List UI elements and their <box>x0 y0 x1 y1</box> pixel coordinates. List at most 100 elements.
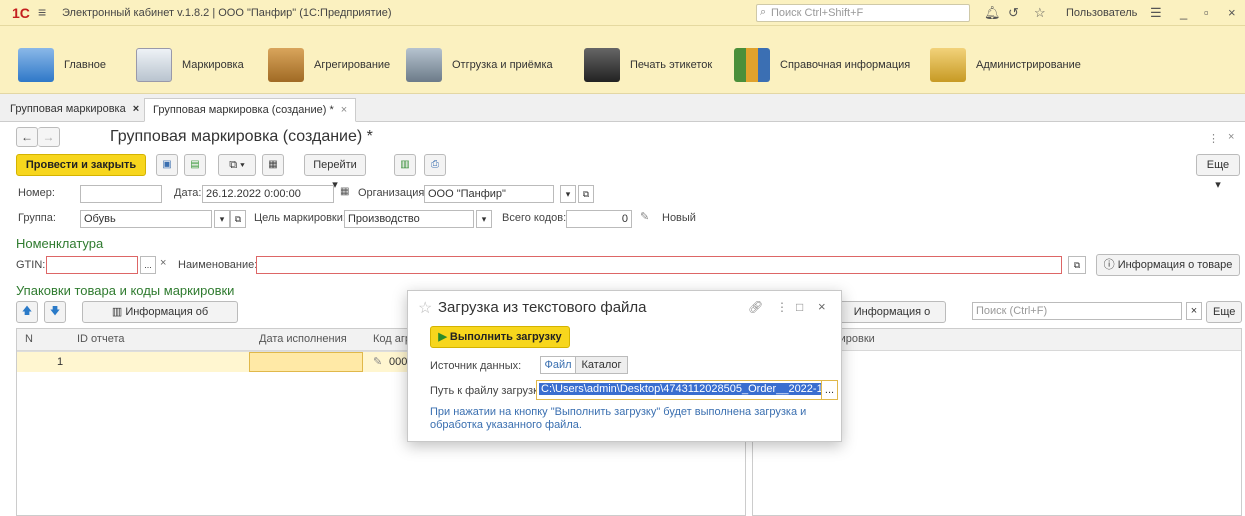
name-field[interactable] <box>256 256 1062 274</box>
group-label: Группа: <box>18 212 56 224</box>
file-path-field[interactable]: C:\Users\admin\Desktop\4743112028505_Ord… <box>536 380 822 400</box>
section-reference[interactable]: Справочная информация <box>734 46 910 84</box>
tab-group-marking-create[interactable]: Групповая маркировка (создание) * × <box>144 98 357 122</box>
section-aggregation[interactable]: Агрегирование <box>268 46 390 84</box>
edit-icon[interactable]: ✎ <box>640 210 649 223</box>
section-admin[interactable]: Администрирование <box>930 46 1081 84</box>
close-form-icon[interactable]: × <box>1228 131 1234 143</box>
column-execution-date[interactable]: Дата исполнения <box>259 333 347 345</box>
gtin-select-button[interactable]: ... <box>140 256 156 274</box>
main-menu-icon[interactable]: ≡ <box>38 4 46 20</box>
maximize-icon[interactable]: ▫ <box>1204 5 1209 20</box>
name-label: Наименование: <box>178 259 258 271</box>
section-main[interactable]: Главное <box>18 46 106 84</box>
link-icon[interactable]: 🔗︎ <box>748 300 763 314</box>
close-icon[interactable]: × <box>818 299 826 314</box>
edit-icon: ✎ <box>373 356 383 368</box>
more-button[interactable]: Еще ▾ <box>1196 154 1240 191</box>
packages-header: Упаковки товара и коды маркировки <box>16 283 235 298</box>
goto-button[interactable]: Перейти ▾ <box>304 154 366 191</box>
column-n[interactable]: N <box>25 333 33 345</box>
source-file-option[interactable]: Файл <box>540 356 576 374</box>
checklist-icon <box>136 48 172 82</box>
run-load-button[interactable]: ▶ Выполнить загрузку <box>430 326 570 348</box>
number-field[interactable] <box>80 185 162 203</box>
column-report-id[interactable]: ID отчета <box>77 333 125 345</box>
create-based-on-button[interactable]: ⧉ ▾ <box>218 154 256 176</box>
move-up-icon[interactable]: 🡅 <box>16 301 38 323</box>
forward-button[interactable]: → <box>38 127 60 147</box>
close-window-icon[interactable]: × <box>1228 5 1236 20</box>
print-icon[interactable]: ⎙ <box>424 154 446 176</box>
post-and-close-button[interactable]: Провести и закрыть <box>16 154 146 176</box>
close-icon[interactable]: × <box>341 104 347 116</box>
structure-icon[interactable]: ▦ <box>262 154 284 176</box>
star-icon[interactable]: ☆ <box>1034 5 1046 21</box>
box-icon <box>268 48 304 82</box>
group-dropdown-button[interactable]: ▾ <box>214 210 230 228</box>
search-icon: ⌕ <box>760 6 767 18</box>
settings-menu-icon[interactable]: ☰ <box>1150 5 1162 21</box>
table-more-button[interactable]: Еще ▾ <box>1206 301 1242 338</box>
purpose-label: Цель маркировки: <box>254 212 346 224</box>
save-icon[interactable]: ▣ <box>156 154 178 176</box>
history-icon[interactable]: ↺ <box>1008 5 1019 21</box>
organization-label: Организация: <box>358 187 428 199</box>
group-field[interactable]: Обувь <box>80 210 212 228</box>
browse-button[interactable]: ... <box>822 380 838 400</box>
path-label: Путь к файлу загрузки: <box>430 385 548 397</box>
home-icon <box>18 48 54 82</box>
dialog-hint: При нажатии на кнопку "Выполнить загрузк… <box>430 406 807 431</box>
info-icon: ⓘ <box>1103 259 1115 271</box>
number-label: Номер: <box>18 187 55 199</box>
aggregate-info-button[interactable]: ▥ Информация об агрегате <box>82 301 238 338</box>
status-label: Новый <box>662 212 696 224</box>
bell-icon[interactable]: 🔔︎ <box>984 5 1001 21</box>
printer-icon <box>584 48 620 82</box>
organization-dropdown-button[interactable]: ▾ <box>560 185 576 203</box>
post-icon[interactable]: ▤ <box>184 154 206 176</box>
more-options-icon[interactable]: ⋮ <box>776 300 788 314</box>
total-codes-label: Всего кодов: <box>502 212 567 224</box>
database-icon <box>930 48 966 82</box>
source-label: Источник данных: <box>430 360 522 372</box>
more-options-icon[interactable]: ⋮ <box>1208 132 1219 145</box>
gtin-field[interactable] <box>46 256 138 274</box>
truck-icon <box>406 48 442 82</box>
section-marking[interactable]: Маркировка <box>136 46 244 84</box>
gtin-clear-icon[interactable]: × <box>160 257 166 269</box>
execution-date-cell[interactable] <box>249 352 363 372</box>
user-name[interactable]: Пользователь <box>1066 7 1137 19</box>
play-icon: ▶ <box>438 331 447 343</box>
global-search-placeholder: Поиск Ctrl+Shift+F <box>771 7 864 19</box>
minimize-icon[interactable]: _ <box>1180 5 1187 20</box>
row-number: 1 <box>57 356 64 368</box>
date-field[interactable]: 26.12.2022 0:00:00 <box>202 185 334 203</box>
date-label: Дата: <box>174 187 202 199</box>
maximize-icon[interactable]: □ <box>796 300 803 314</box>
organization-field[interactable]: ООО "Панфир" <box>424 185 554 203</box>
tab-group-marking[interactable]: Групповая маркировка × <box>2 98 147 122</box>
group-open-icon[interactable]: ⧉ <box>230 210 246 228</box>
section-shipping[interactable]: Отгрузка и приёмка <box>406 46 553 84</box>
window-title: Электронный кабинет v.1.8.2 | ООО "Панфи… <box>62 7 392 19</box>
section-print-labels[interactable]: Печать этикеток <box>584 46 712 84</box>
code-info-button[interactable]: Информация о коде <box>838 301 946 338</box>
report-icon[interactable]: ▥ <box>394 154 416 176</box>
calendar-icon[interactable]: ▦ <box>340 186 349 197</box>
close-icon[interactable]: × <box>133 103 139 115</box>
purpose-dropdown-button[interactable]: ▾ <box>476 210 492 228</box>
name-open-icon[interactable]: ⧉ <box>1068 256 1086 274</box>
books-icon <box>734 48 770 82</box>
back-button[interactable]: ← <box>16 127 38 147</box>
organization-open-icon[interactable]: ⧉ <box>578 185 594 203</box>
app-logo: 1С <box>12 5 30 21</box>
star-icon[interactable]: ☆ <box>418 298 432 318</box>
global-search-input[interactable]: ⌕ Поиск Ctrl+Shift+F <box>756 4 970 22</box>
source-catalog-option[interactable]: Каталог <box>576 356 628 374</box>
product-info-button[interactable]: ⓘ Информация о товаре <box>1096 254 1240 276</box>
move-down-icon[interactable]: 🡇 <box>44 301 66 323</box>
purpose-field[interactable]: Производство <box>344 210 474 228</box>
table-search-input[interactable]: Поиск (Ctrl+F) <box>972 302 1182 320</box>
search-clear-icon[interactable]: × <box>1186 302 1202 320</box>
